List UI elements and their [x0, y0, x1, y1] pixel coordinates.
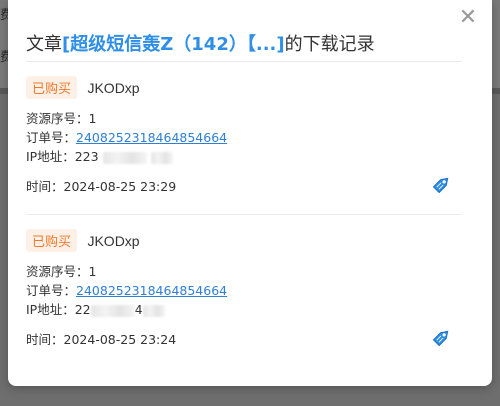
resource-label: 资源序号： — [26, 264, 89, 279]
record-divider — [26, 214, 462, 215]
close-icon[interactable]: ✕ — [458, 7, 478, 29]
ip-row: IP地址：223 — [26, 147, 462, 166]
resource-row: 资源序号：1 — [26, 262, 462, 281]
purchased-badge: 已购买 — [26, 229, 78, 252]
order-label: 订单号： — [26, 283, 77, 298]
redacted-ip-blur — [142, 304, 165, 317]
time-label: 时间： — [26, 179, 64, 194]
title-prefix: 文章 — [26, 34, 62, 55]
time-row: 时间：2024-08-25 23:24 — [26, 330, 462, 349]
order-row: 订单号：240825231846485466​4 — [26, 281, 462, 300]
purchased-badge: 已购买 — [26, 76, 78, 99]
tag-icon[interactable] — [430, 325, 454, 349]
ip-label: IP地址： — [26, 149, 75, 164]
redacted-ip-blur — [150, 151, 173, 164]
time-label: 时间： — [26, 332, 64, 347]
ip-label: IP地址： — [26, 302, 75, 317]
ip-value: 223 — [74, 149, 99, 164]
resource-label: 资源序号： — [26, 111, 89, 126]
title-divider — [26, 61, 462, 62]
order-label: 订单号： — [26, 130, 77, 145]
order-number-link[interactable]: 240825231846485466​4 — [76, 283, 227, 298]
ip-row: IP地址：22 4 — [26, 300, 462, 319]
username: JKODxp — [87, 232, 140, 249]
redacted-ip-blur — [90, 304, 135, 317]
resource-row: 资源序号：1 — [26, 109, 462, 128]
title-article-name[interactable]: [超级短信轰Z（142）【...] — [62, 34, 285, 55]
time-value: 2024-08-25 23:24 — [63, 332, 177, 347]
download-record: 已购买 JKODxp 资源序号：1 订单号：240825231846485466… — [26, 229, 462, 349]
ip-value: 22 — [74, 302, 91, 317]
download-record-dialog: 文章[超级短信轰Z（142）【...]的下载记录 ✕ 已购买 JKODxp 资源… — [8, 0, 492, 386]
order-number-link[interactable]: 240825231846485466​4 — [76, 130, 227, 145]
dialog-title: 文章[超级短信轰Z（142）【...]的下载记录 — [26, 30, 375, 56]
ip-value-tail: 4 — [134, 302, 143, 317]
time-value: 2024-08-25 23:29 — [63, 179, 177, 194]
resource-value: 1 — [88, 111, 97, 126]
redacted-ip-blur — [102, 151, 147, 164]
time-row: 时间：2024-08-25 23:29 — [26, 177, 462, 196]
tag-icon[interactable] — [430, 172, 454, 196]
title-suffix: 的下载记录 — [284, 34, 375, 55]
order-row: 订单号：240825231846485466​4 — [26, 128, 462, 147]
username: JKODxp — [87, 79, 140, 96]
download-record: 已购买 JKODxp 资源序号：1 订单号：240825231846485466… — [26, 76, 462, 196]
resource-value: 1 — [88, 264, 97, 279]
